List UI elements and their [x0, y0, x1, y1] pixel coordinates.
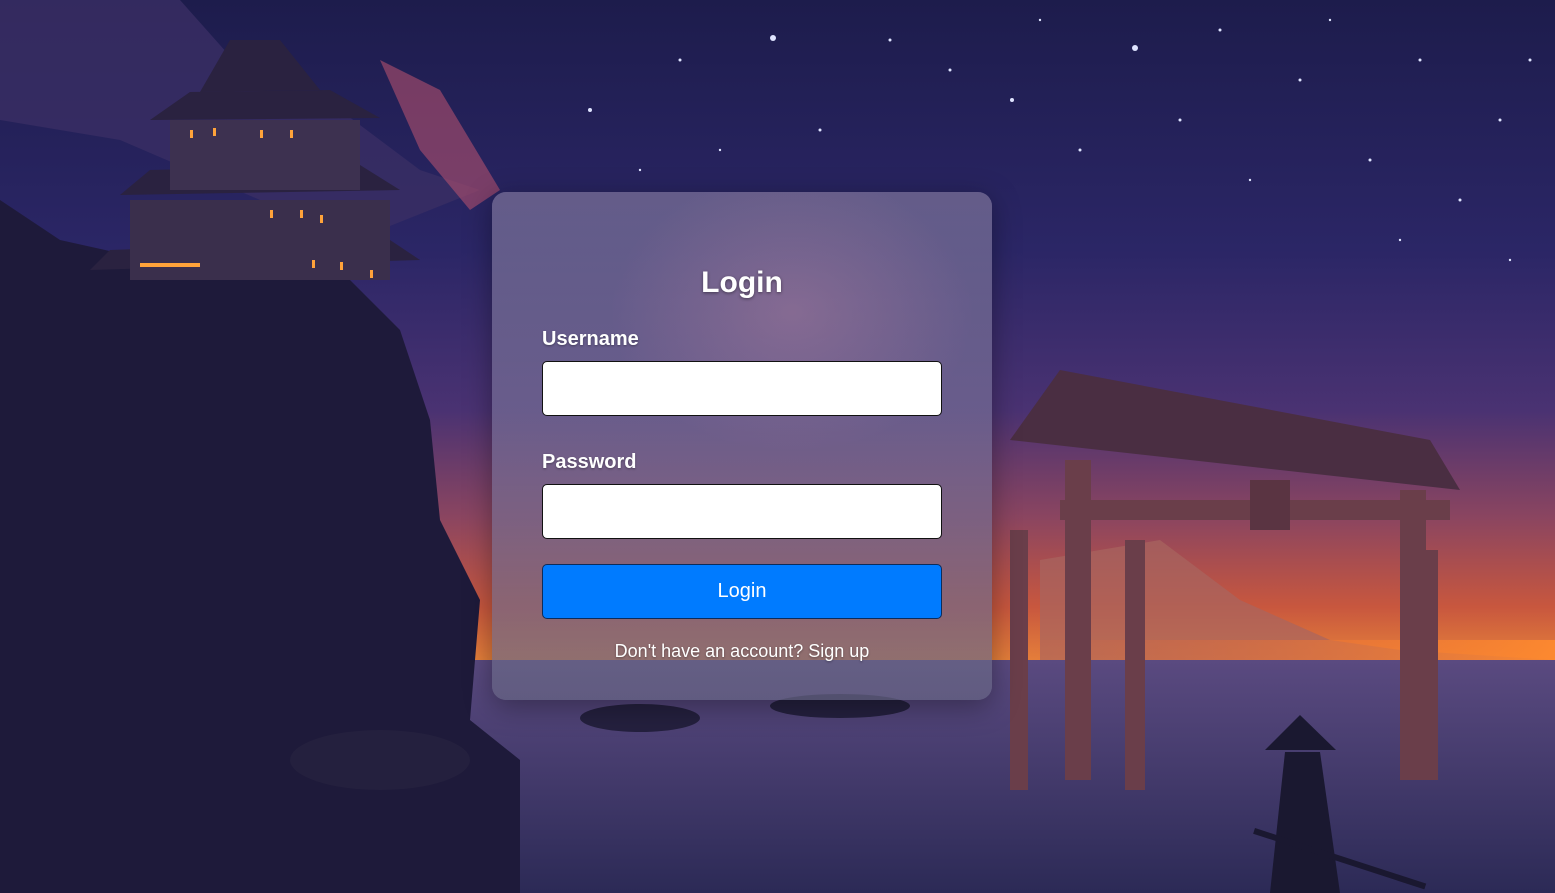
password-label: Password: [542, 451, 637, 473]
login-form: Login Username Password Login Don't have…: [492, 192, 992, 662]
username-label: Username: [542, 328, 639, 350]
password-input[interactable]: [542, 484, 942, 539]
username-input[interactable]: [542, 361, 942, 416]
login-card: Login Username Password Login Don't have…: [492, 192, 992, 700]
signup-link[interactable]: Sign up: [808, 641, 869, 661]
signup-prompt-text: Don't have an account?: [614, 641, 804, 661]
login-title: Login: [701, 266, 783, 299]
login-button[interactable]: Login: [542, 564, 942, 619]
signup-prompt-line: Don't have an account? Sign up: [542, 640, 942, 662]
